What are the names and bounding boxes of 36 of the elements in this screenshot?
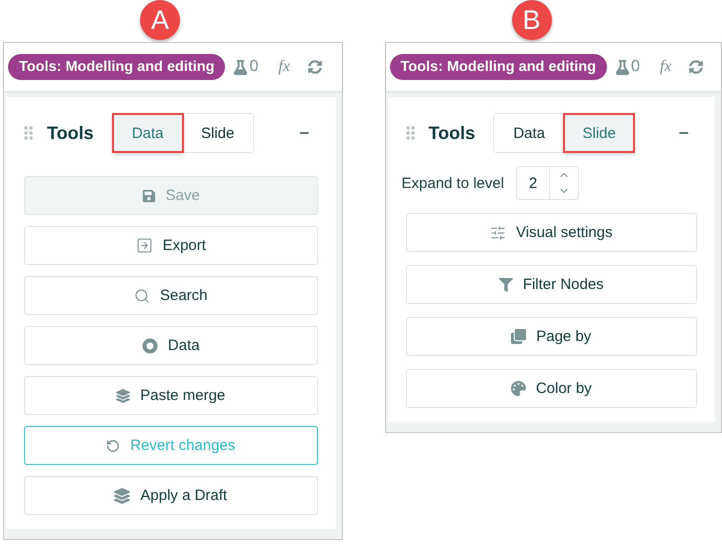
copy-icon [511,329,526,344]
refresh-icon[interactable] [308,60,322,74]
tab[interactable]: Slide [564,114,634,152]
action-button[interactable]: Filter Nodes [406,265,697,304]
action-button[interactable]: Data [24,326,318,365]
mode-pill[interactable]: Tools: Modelling and editing [390,54,607,80]
action-button[interactable]: Visual settings [406,213,697,252]
drag-handle-icon[interactable] [406,126,414,140]
filter-icon [498,278,513,292]
layers-icon [114,488,130,504]
action-button[interactable]: Apply a Draft [24,476,318,515]
export-icon [136,237,153,254]
action-button[interactable]: Paste merge [24,376,318,415]
search-icon [134,288,150,304]
action-button[interactable]: Color by [406,369,697,408]
callout-badge: A [140,0,180,40]
refresh-icon[interactable] [689,60,704,74]
callout-badge: B [512,0,552,40]
action-button[interactable]: Export [24,226,318,265]
tab[interactable]: Data [112,114,183,152]
panel-title: Tools [428,122,476,144]
save-icon [142,188,156,202]
collapse-button[interactable]: − [674,122,693,144]
panel-title: Tools [47,122,94,144]
expand-label: Expand to level [402,174,504,192]
layers-icon [116,388,130,402]
level-stepper[interactable]: 2 [516,166,580,200]
undo-icon [106,438,120,452]
action-button[interactable]: Search [24,276,318,315]
collapse-button[interactable]: − [294,122,314,144]
circle-icon [142,338,158,354]
sliders-icon [490,224,506,240]
mode-pill[interactable]: Tools: Modelling and editing [8,54,226,80]
palette-icon [510,381,526,396]
drag-handle-icon[interactable] [24,126,33,140]
action-button[interactable]: Page by [406,317,697,356]
